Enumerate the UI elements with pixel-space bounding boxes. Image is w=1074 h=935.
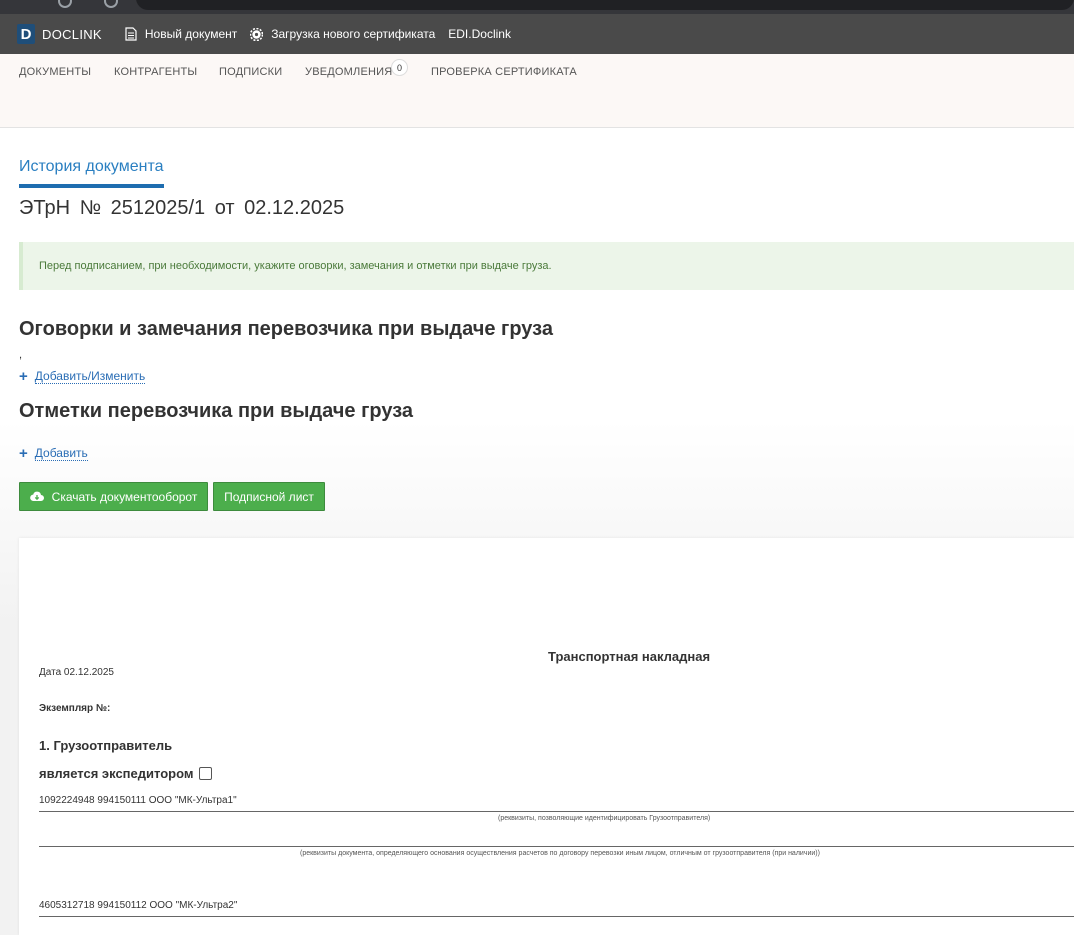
document-icon xyxy=(125,27,137,41)
plus-icon: + xyxy=(19,445,28,462)
info-alert: Перед подписанием, при необходимости, ук… xyxy=(19,242,1074,290)
add-edit-remarks-link[interactable]: + Добавить/Изменить xyxy=(19,368,146,385)
menu-item-documents[interactable]: ДОКУМЕНТЫ xyxy=(19,66,91,78)
shipper-section-title: 1. Грузоотправитель xyxy=(39,738,173,753)
brand-logo[interactable]: D DOCLINK xyxy=(17,24,102,44)
add-edit-remarks-label: Добавить/Изменить xyxy=(34,369,146,384)
field-underline xyxy=(39,846,1074,847)
info-alert-text: Перед подписанием, при необходимости, ук… xyxy=(39,260,552,272)
plus-icon: + xyxy=(19,368,28,385)
edi-doclink-label: EDI.Doclink xyxy=(448,27,511,41)
menu-item-counterparties[interactable]: КОНТРАГЕНТЫ xyxy=(114,66,197,78)
exemplar-label: Экземпляр №: xyxy=(39,703,111,714)
consignee-details: 4605312718 994150112 ООО "МК-Ультра2" xyxy=(39,900,238,911)
signature-sheet-button[interactable]: Подписной лист xyxy=(213,482,325,511)
app-topbar: D DOCLINK Новый документ Загрузка нового… xyxy=(0,14,1074,54)
download-docflow-label: Скачать документооборот xyxy=(51,489,198,504)
download-docflow-button[interactable]: Скачать документооборот xyxy=(19,482,208,511)
tab-document-history[interactable]: История документа xyxy=(19,158,164,176)
field-underline xyxy=(39,916,1074,917)
address-bar[interactable] xyxy=(136,0,1074,10)
notifications-badge: 0 xyxy=(391,59,408,76)
add-marks-label: Добавить xyxy=(34,446,88,461)
menu-item-certificate-check[interactable]: ПРОВЕРКА СЕРТИФИКАТА xyxy=(431,66,577,78)
gear-icon xyxy=(250,27,264,41)
add-marks-link[interactable]: + Добавить xyxy=(19,446,88,461)
waybill-heading: Транспортная накладная xyxy=(548,649,711,664)
shipper-details: 1092224948 994150111 ООО "МК-Ультра1" xyxy=(39,795,237,806)
marks-section-title: Отметки перевозчика при выдаче груза xyxy=(19,400,414,422)
is-forwarder-row: является экспедитором xyxy=(39,766,213,781)
waybill-date: Дата 02.12.2025 xyxy=(39,667,114,678)
cloud-download-icon xyxy=(29,491,44,502)
waybill-document xyxy=(19,538,1074,935)
menu-item-notifications[interactable]: УВЕДОМЛЕНИЯ xyxy=(305,66,392,78)
edi-doclink-link[interactable]: EDI.Doclink xyxy=(448,27,511,41)
is-forwarder-label: является экспедитором xyxy=(39,766,194,781)
main-menu: ДОКУМЕНТЫ КОНТРАГЕНТЫ ПОДПИСКИ УВЕДОМЛЕН… xyxy=(0,54,1074,128)
remarks-section-title: Оговорки и замечания перевозчика при выд… xyxy=(19,318,553,340)
menu-item-subscriptions[interactable]: ПОДПИСКИ xyxy=(219,66,282,78)
upload-certificate-label: Загрузка нового сертификата xyxy=(271,27,436,41)
field-underline xyxy=(39,811,1074,812)
is-forwarder-checkbox[interactable] xyxy=(199,767,213,780)
new-document-link[interactable]: Новый документ xyxy=(125,27,237,41)
page-title: ЭТрН № 2512025/1 от 02.12.2025 xyxy=(19,197,345,219)
tab-active-indicator xyxy=(19,184,164,188)
new-document-label: Новый документ xyxy=(144,27,238,41)
upload-certificate-link[interactable]: Загрузка нового сертификата xyxy=(250,27,435,41)
brand-mark: D xyxy=(17,24,35,44)
payment-document-hint: (реквизиты документа, определяющего осно… xyxy=(300,850,820,857)
remarks-value: , xyxy=(19,349,23,361)
home-icon[interactable] xyxy=(104,0,118,8)
browser-toolbar xyxy=(0,0,1074,14)
reload-icon[interactable] xyxy=(58,0,72,8)
shipper-details-hint: (реквизиты, позволяющие идентифицировать… xyxy=(498,815,711,822)
signature-sheet-label: Подписной лист xyxy=(224,489,314,504)
brand-name: DOCLINK xyxy=(42,26,102,42)
